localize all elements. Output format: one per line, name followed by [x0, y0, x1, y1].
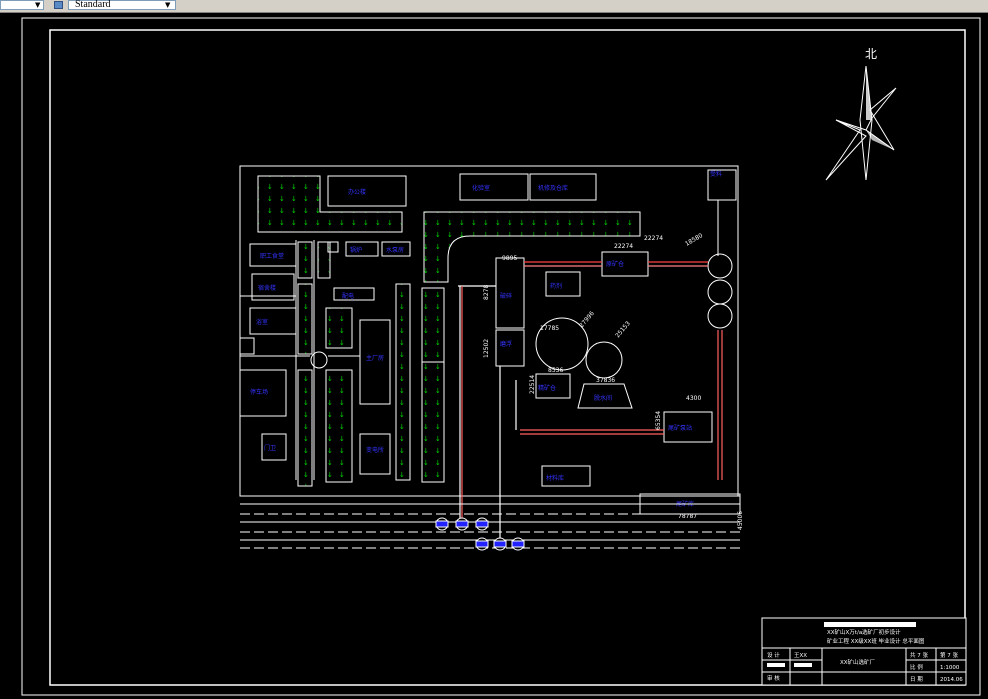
- svg-text:8536: 8536: [548, 367, 563, 374]
- svg-text:配电: 配电: [342, 292, 354, 300]
- date-value: 2014.06: [940, 677, 963, 683]
- railway: [240, 495, 740, 549]
- chevron-down-icon: ▼: [35, 1, 41, 9]
- gate-markers: [435, 517, 525, 551]
- svg-text:17785: 17785: [540, 325, 559, 332]
- svg-text:药剂: 药剂: [550, 282, 562, 290]
- designer-name: 王XX: [794, 652, 807, 659]
- svg-text:4300: 4300: [686, 395, 701, 402]
- title-line-1: XX矿山X万t/a选矿厂初步设计: [827, 628, 901, 636]
- text-style-select[interactable]: Standard ▼: [68, 0, 176, 10]
- drawing-canvas[interactable]: 北 ↓: [0, 12, 988, 699]
- site-plan: ↓: [239, 165, 744, 551]
- svg-text:精矿仓: 精矿仓: [538, 384, 556, 392]
- svg-text:尾矿泵站: 尾矿泵站: [668, 424, 692, 432]
- inner-frame: [49, 29, 966, 686]
- sheet-number: 第 7 张: [940, 651, 958, 659]
- svg-text:职工食堂: 职工食堂: [260, 252, 284, 260]
- scale-value: 1:1000: [940, 665, 960, 671]
- svg-text:机修及仓库: 机修及仓库: [538, 184, 568, 192]
- layer-select[interactable]: ▼: [0, 0, 44, 10]
- title-line-2: 矿业工程 XX级XX班 毕业设计 总平面图: [827, 637, 925, 645]
- text-style-icon[interactable]: [54, 1, 63, 9]
- svg-text:受料: 受料: [710, 170, 722, 178]
- svg-text:原矿仓: 原矿仓: [606, 260, 624, 268]
- designer-label: 设 计: [767, 651, 780, 659]
- svg-text:37836: 37836: [596, 377, 615, 384]
- scale-label: 比 例: [910, 663, 923, 671]
- outer-frame: [21, 17, 981, 696]
- date-label: 日 期: [910, 676, 923, 683]
- green-areas: [257, 175, 641, 487]
- svg-text:主厂房: 主厂房: [366, 354, 384, 362]
- svg-text:25153: 25153: [614, 320, 632, 339]
- chevron-down-icon: ▼: [165, 1, 171, 9]
- pipelines: [458, 261, 723, 540]
- svg-text:化验室: 化验室: [472, 184, 490, 192]
- svg-text:22514: 22514: [529, 375, 536, 394]
- svg-text:锅炉: 锅炉: [350, 246, 362, 254]
- svg-text:破碎: 破碎: [500, 292, 512, 300]
- svg-text:水泵房: 水泵房: [386, 246, 404, 254]
- svg-text:宿舍楼: 宿舍楼: [258, 284, 276, 292]
- svg-text:27996: 27996: [578, 310, 596, 329]
- svg-text:9895: 9895: [502, 255, 517, 262]
- svg-text:磨浮: 磨浮: [500, 340, 512, 348]
- svg-text:12502: 12502: [483, 339, 490, 358]
- svg-text:门卫: 门卫: [264, 444, 276, 452]
- drawing-name: XX矿山选矿厂: [840, 658, 876, 666]
- checker-label: 审 核: [767, 674, 780, 682]
- title-block: XX矿山X万t/a选矿厂初步设计 矿业工程 XX级XX班 毕业设计 总平面图 设…: [761, 617, 967, 686]
- text-style-value: Standard: [75, 0, 111, 10]
- svg-text:22274: 22274: [614, 243, 633, 250]
- svg-text:材料库: 材料库: [546, 474, 564, 482]
- svg-text:脱水间: 脱水间: [594, 394, 612, 402]
- north-arrow: 北: [825, 47, 897, 181]
- svg-text:18580: 18580: [684, 232, 704, 248]
- svg-text:办公楼: 办公楼: [348, 188, 366, 196]
- svg-text:22274: 22274: [644, 235, 663, 242]
- svg-text:65354: 65354: [655, 411, 662, 430]
- svg-text:停车场: 停车场: [250, 388, 268, 396]
- north-label: 北: [865, 47, 877, 61]
- total-sheets: 共 7 张: [910, 651, 928, 659]
- svg-text:浴室: 浴室: [256, 318, 268, 326]
- svg-text:8278: 8278: [483, 285, 490, 300]
- svg-text:变电所: 变电所: [366, 446, 384, 454]
- dimension-labels: 22274 18580 9895 17785 27996 25153 37836…: [483, 232, 744, 530]
